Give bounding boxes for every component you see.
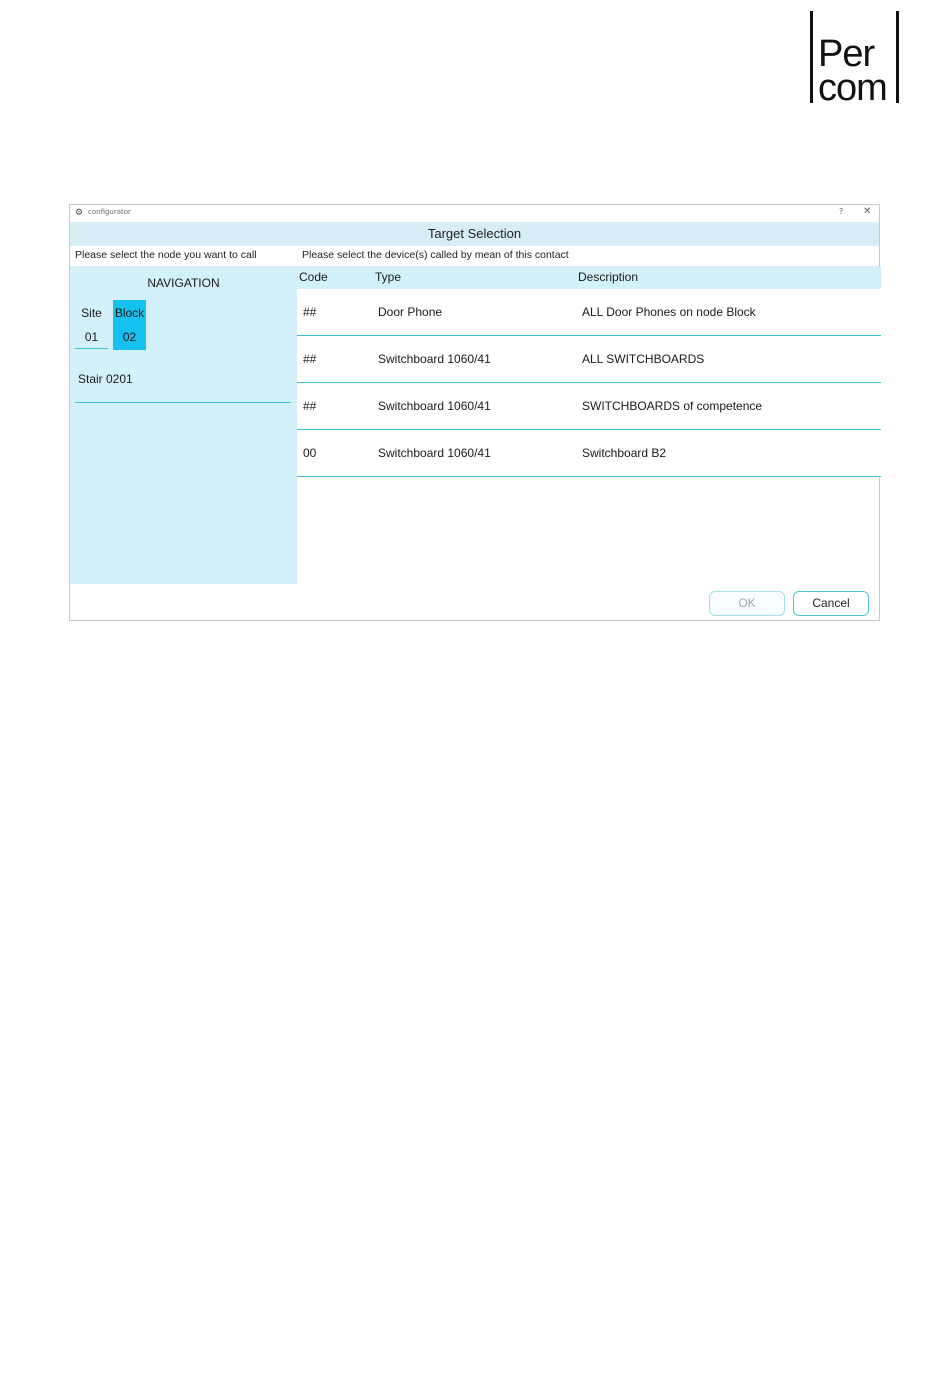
breadcrumb-underline bbox=[75, 348, 108, 349]
app-icon: ⚙ bbox=[75, 208, 84, 218]
breadcrumb-block[interactable]: Block 02 bbox=[113, 300, 146, 350]
navigation-panel: NAVIGATION Site 01 Block 02 Stair 0201 bbox=[70, 266, 297, 584]
ipercom-logo: Per com bbox=[810, 11, 900, 107]
logo-line-2: com bbox=[818, 67, 888, 109]
device-hint: Please select the device(s) called by me… bbox=[302, 249, 569, 261]
navigation-title: NAVIGATION bbox=[147, 276, 220, 290]
help-button[interactable]: ? bbox=[839, 207, 843, 216]
window-title: configurator bbox=[88, 208, 131, 216]
header-description[interactable]: Description bbox=[578, 270, 638, 284]
breadcrumb-site-label: Site bbox=[81, 306, 102, 320]
device-table: Code Type Description ## Door Phone ALL … bbox=[297, 266, 881, 477]
cell-description: ALL Door Phones on node Block bbox=[582, 305, 756, 319]
ok-button[interactable]: OK bbox=[709, 591, 785, 616]
cell-description: Switchboard B2 bbox=[582, 446, 667, 460]
cancel-button[interactable]: Cancel bbox=[793, 591, 869, 616]
logo-right-bar bbox=[896, 11, 899, 103]
cell-type: Switchboard 1060/41 bbox=[378, 446, 491, 460]
table-row[interactable]: ## Switchboard 1060/41 SWITCHBOARDS of c… bbox=[297, 383, 881, 430]
table-row[interactable]: ## Switchboard 1060/41 ALL SWITCHBOARDS bbox=[297, 336, 881, 383]
dialog-title: Target Selection bbox=[70, 222, 879, 246]
cell-code: 00 bbox=[303, 446, 317, 460]
target-selection-dialog: ⚙ configurator ? ✕ Target Selection Plea… bbox=[69, 204, 881, 621]
cell-description: SWITCHBOARDS of competence bbox=[582, 399, 763, 413]
breadcrumb-block-value: 02 bbox=[122, 330, 137, 344]
close-icon[interactable]: ✕ bbox=[863, 206, 871, 217]
logo-left-bar bbox=[810, 11, 813, 103]
nav-item-label: Stair 0201 bbox=[78, 372, 133, 386]
breadcrumb-site[interactable]: Site 01 bbox=[75, 300, 108, 350]
cell-code: ## bbox=[303, 399, 317, 413]
cell-type: Switchboard 1060/41 bbox=[378, 352, 491, 366]
cell-code: ## bbox=[303, 352, 317, 366]
table-row[interactable]: ## Door Phone ALL Door Phones on node Bl… bbox=[297, 289, 881, 336]
header-code[interactable]: Code bbox=[299, 270, 328, 284]
table-header: Code Type Description bbox=[297, 266, 881, 289]
cell-type: Switchboard 1060/41 bbox=[378, 399, 491, 413]
cell-description: ALL SWITCHBOARDS bbox=[582, 352, 705, 366]
breadcrumb-site-value: 01 bbox=[84, 330, 99, 344]
window-titlebar: ⚙ configurator ? ✕ bbox=[70, 205, 879, 222]
node-hint: Please select the node you want to call bbox=[75, 249, 257, 261]
table-row[interactable]: 00 Switchboard 1060/41 Switchboard B2 bbox=[297, 430, 881, 477]
breadcrumb-block-label: Block bbox=[114, 306, 145, 320]
nav-item-stair[interactable]: Stair 0201 bbox=[75, 366, 291, 403]
cell-type: Door Phone bbox=[378, 305, 443, 319]
header-type[interactable]: Type bbox=[375, 270, 401, 284]
cell-code: ## bbox=[303, 305, 317, 319]
